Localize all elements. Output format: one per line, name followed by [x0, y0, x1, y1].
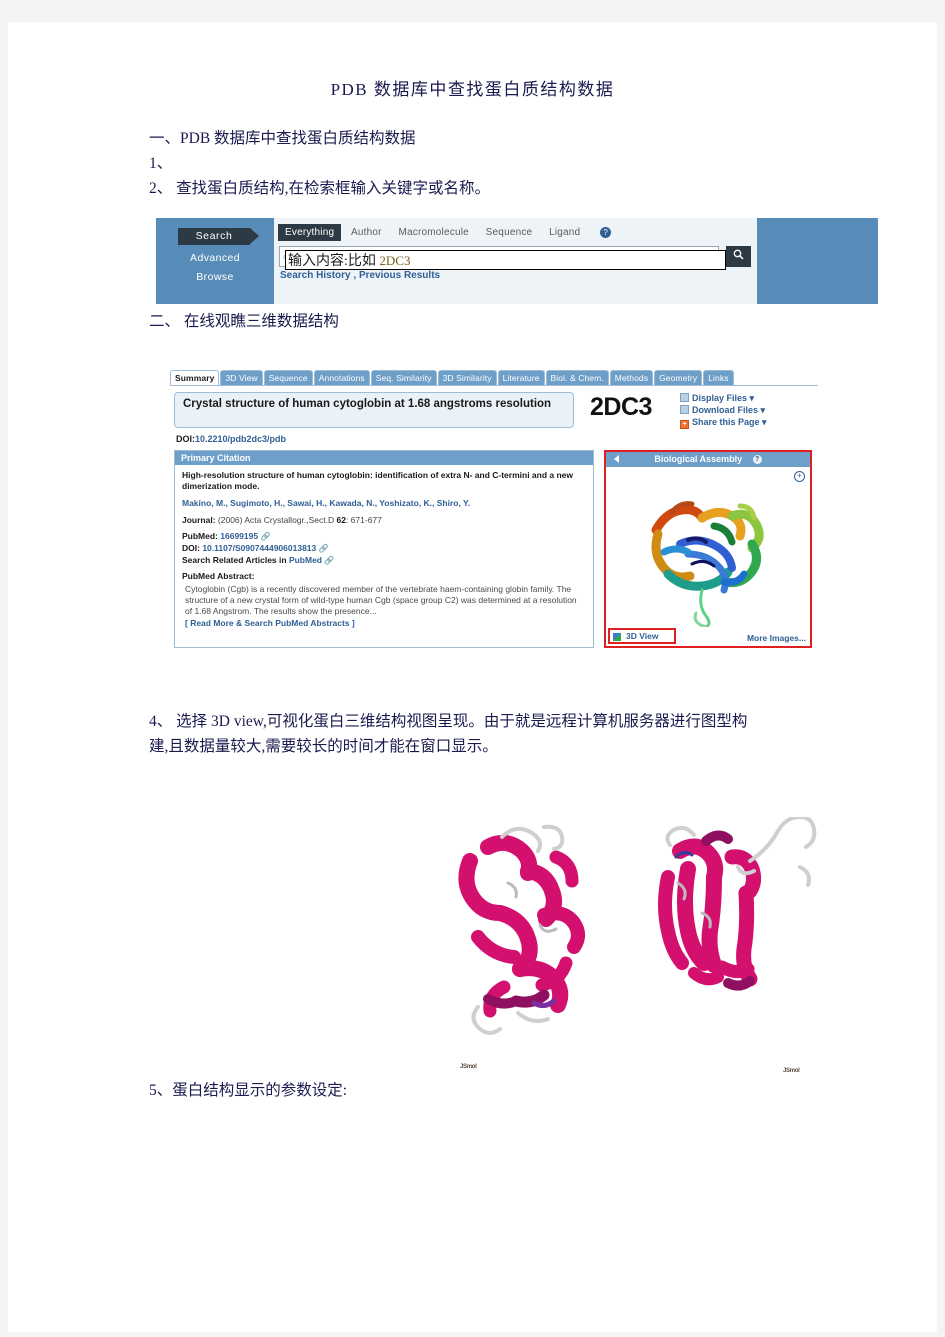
share-page-link[interactable]: + Share this Page ▾ [680, 416, 767, 429]
primary-citation-panel: Primary Citation High-resolution structu… [174, 450, 594, 648]
citation-doi-label: DOI: [182, 543, 200, 553]
jsmol-watermark-left: JSmol [460, 1064, 477, 1070]
tab-3d-similarity[interactable]: 3D Similarity [437, 370, 497, 385]
list-item-4-line2: 建,且数据量较大,需要较长的时间才能在窗口显示。 [149, 738, 498, 755]
pubmed-row: PubMed: 16699195 🔗 [182, 531, 586, 542]
tab-sequence[interactable]: Sequence [263, 370, 313, 385]
doi-value[interactable]: 10.2210/pdb2dc3/pdb [195, 434, 286, 444]
jsmol-watermark-right: JSmol [783, 1068, 800, 1074]
structure-title: Crystal structure of human cytoglobin at… [174, 392, 574, 428]
download-files-label: Download Files [692, 405, 759, 415]
pubmed-label: PubMed: [182, 531, 218, 541]
search-cat-macromolecule[interactable]: Macromolecule [391, 224, 475, 241]
tab-biol-chem[interactable]: Biol. & Chem. [545, 370, 609, 385]
related-articles-label: Search Related Articles in [182, 555, 289, 565]
journal-pages: : 671-677 [345, 515, 382, 525]
list-item-5: 5、蛋白结构显示的参数设定: [149, 1082, 348, 1099]
primary-citation-header: Primary Citation [175, 451, 593, 465]
search-history-links: Search History , Previous Results [280, 270, 440, 281]
search-history-link[interactable]: Search History [280, 270, 351, 281]
pdb-summary-screenshot: Summary 3D View Sequence Annotations Seq. Si… [170, 370, 818, 700]
search-icon [733, 249, 744, 260]
expand-image-icon[interactable]: + [794, 471, 805, 482]
tab-summary[interactable]: Summary [170, 370, 220, 385]
citation-doi-value[interactable]: 10.1107/S0907444906013813 [202, 543, 316, 553]
section-heading-1: 一、PDB 数据库中查找蛋白质结构数据 [149, 130, 416, 147]
primary-citation-body: High-resolution structure of human cytog… [175, 465, 593, 634]
doi-line: DOI:10.2210/pdb2dc3/pdb [176, 434, 286, 444]
download-icon [680, 405, 689, 414]
search-left-nav: Search Advanced Browse [160, 222, 270, 300]
links-separator: , [350, 270, 359, 281]
assembly-3d-view-button[interactable]: 3D View [608, 628, 676, 644]
abstract-label: PubMed Abstract: [182, 571, 255, 581]
tab-annotations[interactable]: Annotations [313, 370, 370, 385]
tab-links[interactable]: Links [703, 370, 734, 385]
display-files-link[interactable]: Display Files ▾ [680, 392, 767, 404]
assembly-3d-view-label: 3D View [626, 631, 659, 641]
biological-assembly-image [651, 501, 764, 627]
doi-label: DOI: [176, 434, 195, 444]
tab-literature[interactable]: Literature [497, 370, 545, 385]
annotation-text: 输入内容:比如 [288, 254, 380, 269]
journal-value: (2006) Acta Crystallogr.,Sect.D [217, 515, 337, 525]
list-item-1: 1、 [149, 155, 173, 172]
browse-link[interactable]: Browse [160, 271, 270, 283]
biological-assembly-header: Biological Assembly ? [606, 452, 810, 467]
annotation-code: 2DC3 [379, 253, 411, 268]
tab-3d-view[interactable]: 3D View [220, 370, 263, 385]
abstract-text: Cytoglobin (Cgb) is a recently discovere… [185, 584, 577, 616]
display-files-label: Display Files [692, 393, 748, 403]
jsmol-figure-left [458, 824, 585, 1035]
citation-authors[interactable]: Makino, M., Sugimoto, H., Sawai, H., Kaw… [182, 498, 586, 509]
citation-doi-row: DOI: 10.1107/S0907444906013813 🔗 [182, 543, 586, 554]
search-cat-author[interactable]: Author [344, 224, 389, 241]
jsmol-figure-right [658, 817, 817, 991]
external-link-icon: 🔗 [260, 532, 271, 541]
document-page: PDB 数据库中查找蛋白质结构数据 一、PDB 数据库中查找蛋白质结构数据 1、… [8, 22, 937, 1332]
biological-assembly-title: Biological Assembly [654, 454, 743, 464]
share-page-label: Share this Page [692, 417, 760, 427]
share-icon: + [680, 420, 689, 429]
journal-label: Journal: [182, 515, 216, 525]
previous-results-link[interactable]: Previous Results [359, 270, 440, 281]
biological-assembly-panel: Biological Assembly ? + 3D View More Ima… [604, 450, 812, 648]
advanced-link[interactable]: Advanced [160, 252, 270, 264]
file-action-links: Display Files ▾ Download Files ▾ + Share … [680, 392, 767, 429]
journal-volume: 62 [336, 515, 346, 525]
external-link-icon-3: 🔗 [324, 556, 335, 565]
more-images-link[interactable]: More Images... [747, 633, 806, 643]
page-title: PDB 数据库中查找蛋白质结构数据 [330, 80, 615, 99]
external-link-icon-2: 🔗 [318, 544, 329, 553]
tab-seq-similarity[interactable]: Seq. Similarity [370, 370, 437, 385]
pubmed-value[interactable]: 16699195 [220, 531, 258, 541]
section-heading-2: 二、 在线观瞧三维数据结构 [149, 313, 339, 330]
search-cat-sequence[interactable]: Sequence [479, 224, 540, 241]
cube-icon [613, 633, 621, 641]
pdb-id: 2DC3 [590, 393, 652, 421]
tab-geometry[interactable]: Geometry [654, 370, 703, 385]
search-cat-ligand[interactable]: Ligand [542, 224, 587, 241]
tab-methods[interactable]: Methods [609, 370, 654, 385]
collapse-left-arrow-icon[interactable] [614, 455, 619, 463]
list-item-4-line1: 4、 选择 3D view,可视化蛋白三维结构视图呈现。由于就是远程计算机服务器… [149, 713, 748, 730]
annotation-overlay-input-hint: 输入内容:比如 2DC3 [285, 250, 726, 270]
document-icon [680, 393, 689, 402]
help-icon[interactable]: ? [600, 226, 612, 238]
tab-underline [170, 385, 818, 386]
related-pubmed-link[interactable]: PubMed [289, 555, 322, 565]
assembly-help-icon[interactable]: ? [752, 455, 762, 464]
summary-tab-bar: Summary 3D View Sequence Annotations Seq. Si… [170, 370, 735, 385]
search-nav-tab[interactable]: Search [178, 228, 259, 245]
citation-journal: Journal: (2006) Acta Crystallogr.,Sect.D… [182, 515, 586, 526]
search-category-tabs: Everything Author Macromolecule Sequence… [278, 224, 612, 242]
download-files-link[interactable]: Download Files ▾ [680, 404, 767, 416]
citation-title: High-resolution structure of human cytog… [182, 470, 574, 491]
search-submit-button[interactable] [726, 246, 751, 267]
related-articles-row: Search Related Articles in PubMed 🔗 [182, 555, 586, 566]
search-cat-everything[interactable]: Everything [278, 224, 342, 241]
list-item-2: 2、 查找蛋白质结构,在检索框输入关键字或名称。 [149, 180, 491, 197]
read-more-link[interactable]: [ Read More & Search PubMed Abstracts ] [182, 618, 586, 629]
